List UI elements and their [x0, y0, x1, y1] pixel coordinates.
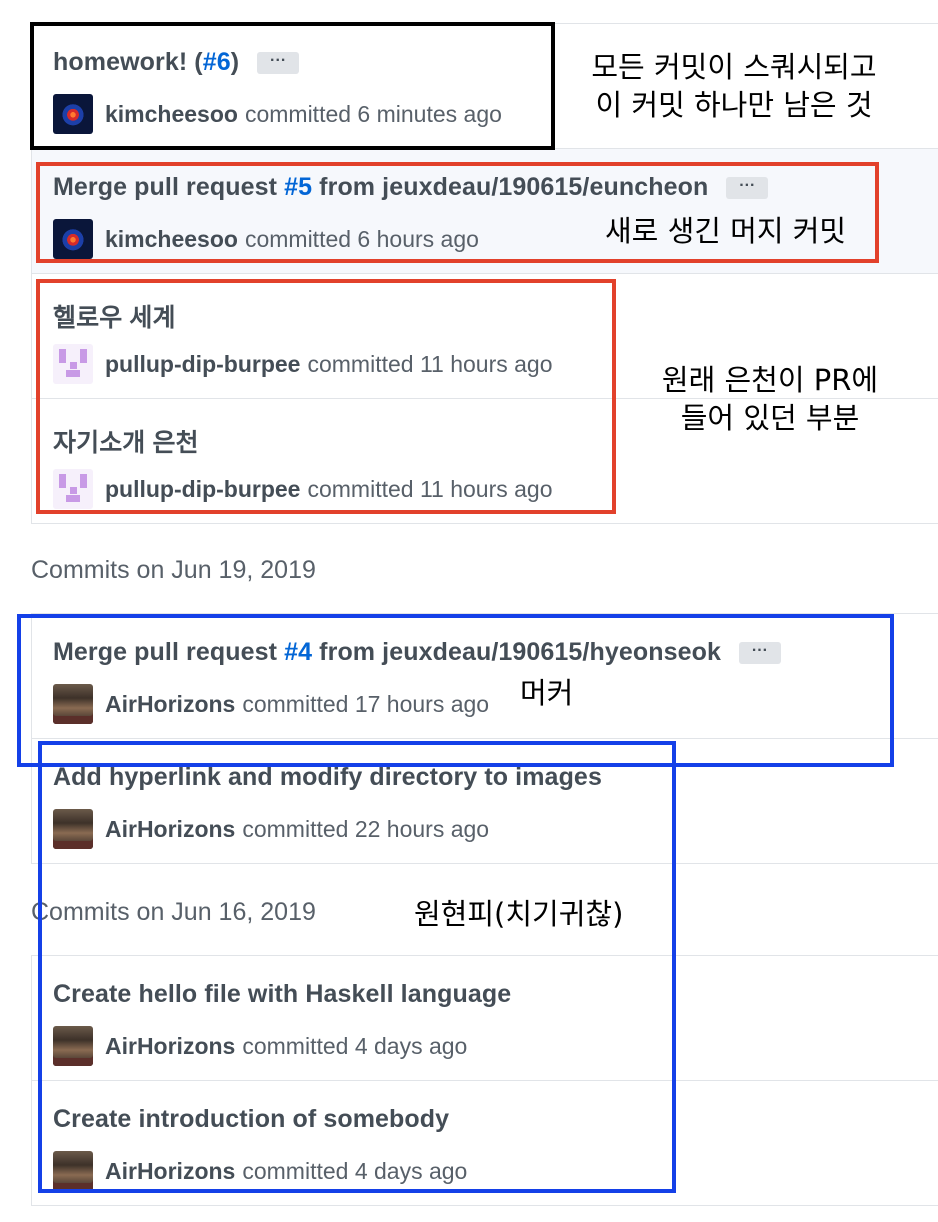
commit-list-2: Merge pull request #4 from jeuxdeau/1906…	[31, 613, 938, 864]
commit-time: committed 6 hours ago	[244, 225, 479, 252]
commit-row[interactable]: Create hello file with Haskell language …	[32, 956, 938, 1081]
commit-title[interactable]: Create introduction of somebody	[53, 1105, 449, 1134]
note-new-merge: 새로 생긴 머지 커밋	[605, 214, 847, 248]
commit-title[interactable]: Add hyperlink and modify directory to im…	[53, 763, 602, 792]
avatar[interactable]	[53, 344, 93, 384]
commit-title[interactable]: Merge pull request #4 from jeuxdeau/1906…	[53, 638, 781, 667]
commit-meta: kimcheesoo committed 6 minutes ago	[53, 94, 502, 134]
author-link[interactable]: pullup-dip-burpee	[105, 351, 300, 378]
note-squash: 모든 커밋이 스쿼시되고 이 커밋 하나만 남은 것	[591, 50, 877, 122]
commit-meta: pullup-dip-burpee committed 11 hours ago	[53, 469, 553, 509]
commit-time: committed 4 days ago	[242, 1157, 468, 1184]
author-link[interactable]: AirHorizons	[105, 1033, 235, 1060]
author-link[interactable]: pullup-dip-burpee	[105, 476, 300, 503]
avatar[interactable]	[53, 469, 93, 509]
author-link[interactable]: kimcheesoo	[105, 101, 238, 128]
commit-time: committed 6 minutes ago	[244, 100, 502, 127]
avatar[interactable]	[53, 94, 93, 134]
pr-link[interactable]: #6	[203, 48, 231, 76]
avatar[interactable]	[53, 684, 93, 724]
commit-meta: AirHorizons committed 4 days ago	[53, 1026, 467, 1066]
commit-meta: kimcheesoo committed 6 hours ago	[53, 219, 479, 259]
date-header: Commits on Jun 16, 2019	[31, 898, 316, 926]
commit-title[interactable]: 자기소개 은천	[53, 423, 199, 459]
expand-dots-button[interactable]: ···	[738, 642, 781, 665]
expand-dots-button[interactable]: ···	[257, 52, 300, 75]
date-header: Commits on Jun 19, 2019	[31, 556, 316, 584]
commit-time: committed 11 hours ago	[307, 475, 553, 502]
commit-title[interactable]: Create hello file with Haskell language	[53, 980, 511, 1009]
note-original: 원현피(치기귀찮)	[414, 897, 624, 931]
commit-row[interactable]: Add hyperlink and modify directory to im…	[32, 739, 938, 864]
commit-meta: AirHorizons committed 17 hours ago	[53, 684, 489, 724]
author-link[interactable]: AirHorizons	[105, 816, 235, 843]
commit-meta: AirHorizons committed 22 hours ago	[53, 809, 489, 849]
commit-time: committed 22 hours ago	[242, 815, 490, 842]
commit-time: committed 4 days ago	[242, 1032, 468, 1059]
expand-dots-button[interactable]: ···	[726, 177, 769, 200]
commit-list-3: Create hello file with Haskell language …	[31, 955, 938, 1206]
author-link[interactable]: AirHorizons	[105, 691, 235, 718]
note-merger: 머커	[520, 676, 574, 710]
commit-time: committed 17 hours ago	[242, 690, 490, 717]
commit-row[interactable]: Create introduction of somebody AirHoriz…	[32, 1081, 938, 1206]
commit-title[interactable]: 헬로우 세계	[53, 298, 176, 334]
note-original-pr: 원래 은천이 PR에 들어 있던 부분	[661, 363, 879, 435]
commit-time: committed 11 hours ago	[307, 350, 553, 377]
avatar[interactable]	[53, 1026, 93, 1066]
pr-link[interactable]: #4	[284, 638, 312, 666]
avatar[interactable]	[53, 1151, 93, 1191]
commit-row[interactable]: Merge pull request #4 from jeuxdeau/1906…	[32, 614, 938, 739]
pr-link[interactable]: #5	[284, 173, 312, 201]
commit-title[interactable]: homework! (#6) ···	[53, 48, 300, 77]
commit-meta: AirHorizons committed 4 days ago	[53, 1151, 467, 1191]
author-link[interactable]: AirHorizons	[105, 1158, 235, 1185]
avatar[interactable]	[53, 219, 93, 259]
author-link[interactable]: kimcheesoo	[105, 226, 238, 253]
commit-meta: pullup-dip-burpee committed 11 hours ago	[53, 344, 553, 384]
avatar[interactable]	[53, 809, 93, 849]
commit-title[interactable]: Merge pull request #5 from jeuxdeau/1906…	[53, 173, 769, 202]
